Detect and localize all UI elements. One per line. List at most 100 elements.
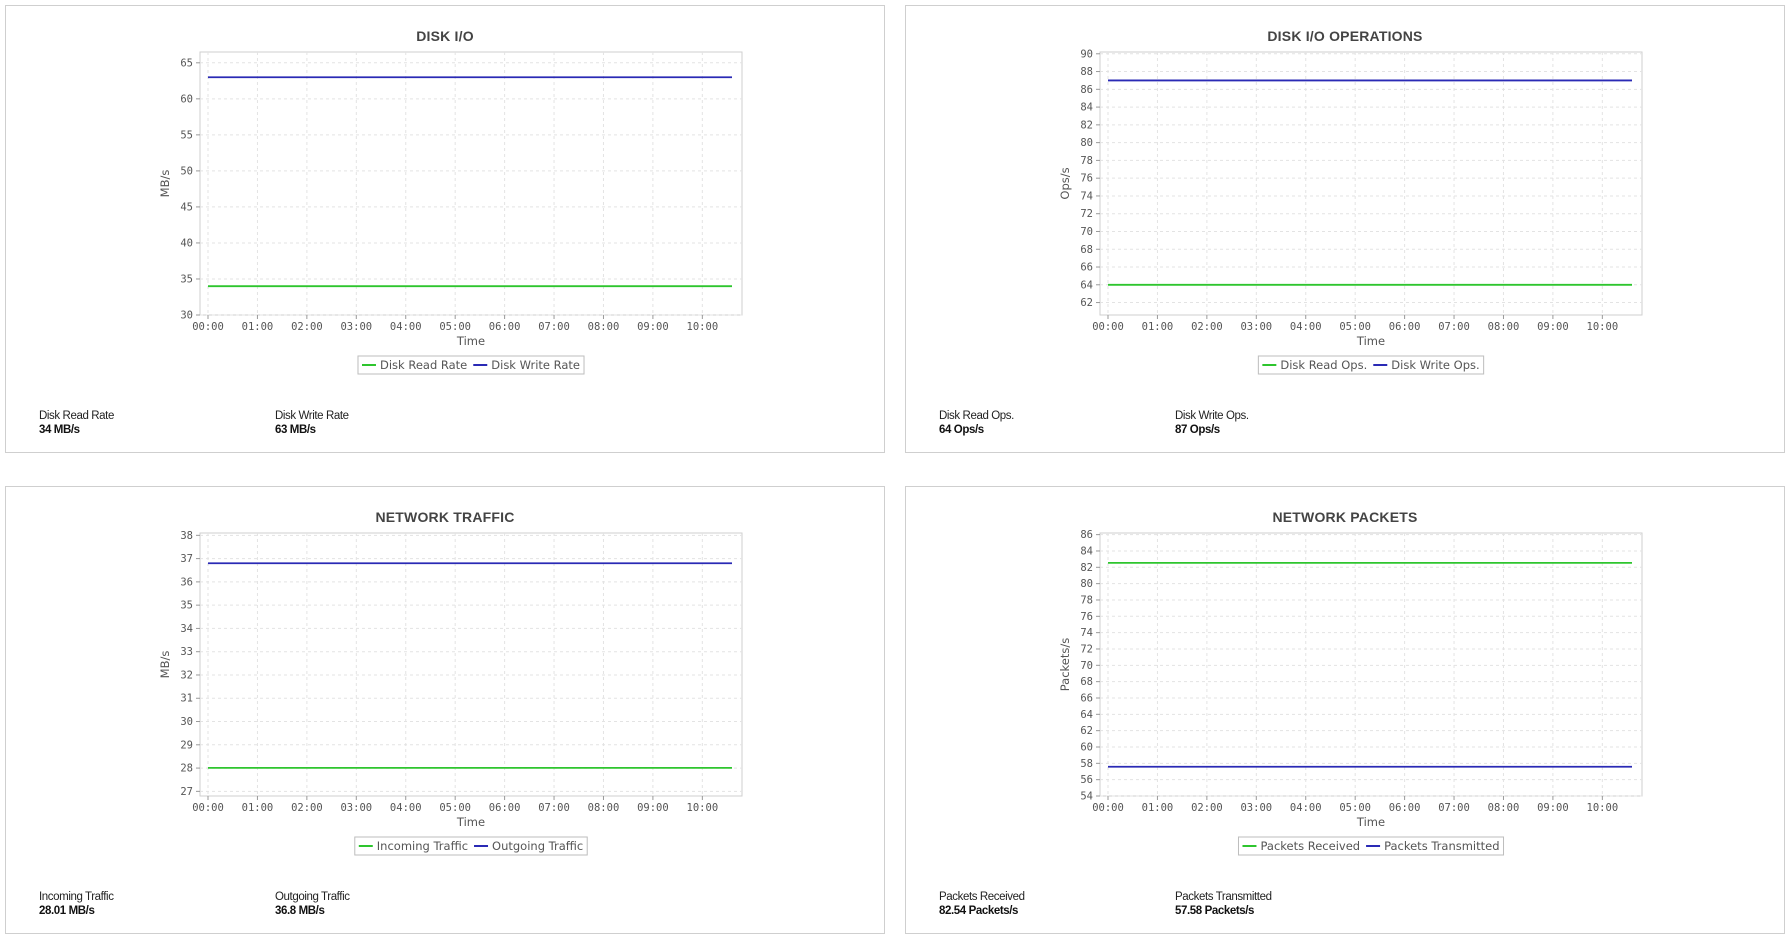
x-tick-label: 02:00 <box>291 321 323 333</box>
y-tick-label: 80 <box>1080 137 1093 149</box>
y-tick-label: 68 <box>1080 676 1093 688</box>
plot-area <box>199 51 743 316</box>
x-tick-label: 06:00 <box>1389 321 1421 333</box>
stat-label: Outgoing Traffic <box>275 891 350 903</box>
y-tick-label: 33 <box>180 646 193 658</box>
chart-panel-network-traffic: NETWORK TRAFFIC 27 28 29 30 31 32 33 34 35 36 37 38… <box>5 486 885 934</box>
y-tick-label: 90 <box>1080 48 1093 60</box>
legend-label: Disk Read Rate <box>380 358 467 372</box>
legend-label: Outgoing Traffic <box>492 839 583 853</box>
stat-label: Packets Transmitted <box>1175 891 1272 903</box>
y-tick-label: 45 <box>180 201 193 213</box>
y-tick-label: 35 <box>180 273 193 285</box>
x-tick-label: 02:00 <box>1191 802 1223 814</box>
legend: Incoming Traffic Outgoing Traffic <box>354 836 588 856</box>
y-tick-label: 66 <box>1080 262 1093 274</box>
legend-label: Disk Write Rate <box>491 358 580 372</box>
y-tick-label: 54 <box>1080 791 1093 803</box>
stat-label: Incoming Traffic <box>39 891 114 903</box>
y-tick-label: 82 <box>1080 119 1093 131</box>
x-tick-label: 05:00 <box>1339 321 1371 333</box>
y-tick-label: 88 <box>1080 66 1093 78</box>
legend-label: Packets Transmitted <box>1384 839 1499 853</box>
y-tick-label: 28 <box>180 763 193 775</box>
y-tick-label: 84 <box>1080 102 1093 114</box>
legend: Disk Read Rate Disk Write Rate <box>357 355 585 375</box>
x-tick-label: 08:00 <box>1488 321 1520 333</box>
chart-svg: 62 64 66 68 70 72 74 76 78 80 82 84 86 88 90 00:00 01:00… <box>1058 48 1643 375</box>
x-tick-label: 00:00 <box>192 321 224 333</box>
stat-value: 57.58 Packets/s <box>1175 905 1255 917</box>
x-tick-label: 06:00 <box>1389 802 1421 814</box>
x-tick-label: 10:00 <box>1587 321 1619 333</box>
chart-svg: 54 56 58 60 62 64 66 68 70 72 74 76 78 80 82 84 86 00:00 0… <box>1058 529 1643 856</box>
y-tick-label: 37 <box>180 553 193 565</box>
x-tick-label: 02:00 <box>291 802 323 814</box>
y-tick-label: 70 <box>1080 660 1093 672</box>
x-tick-label: 09:00 <box>1537 321 1569 333</box>
plot-area <box>1099 51 1643 316</box>
x-tick-label: 05:00 <box>439 321 471 333</box>
x-tick-label: 10:00 <box>687 802 719 814</box>
y-tick-label: 64 <box>1080 709 1093 721</box>
y-tick-label: 64 <box>1080 279 1093 291</box>
legend-label: Disk Write Ops. <box>1391 358 1479 372</box>
y-tick-label: 72 <box>1080 208 1093 220</box>
y-tick-label: 78 <box>1080 594 1093 606</box>
x-tick-label: 05:00 <box>439 802 471 814</box>
legend: Disk Read Ops. Disk Write Ops. <box>1257 355 1485 375</box>
x-tick-label: 07:00 <box>1438 321 1470 333</box>
y-tick-label: 76 <box>1080 173 1093 185</box>
x-tick-label: 06:00 <box>489 802 521 814</box>
chart-svg: 30 35 40 45 50 55 60 65 00:00 01:00 02:00 03:00 04:0… <box>158 51 743 375</box>
chart-panel-disk-io-operations: DISK I/O OPERATIONS 62 64 66 68 70 72 74 76 78 80… <box>905 5 1785 453</box>
x-tick-label: 03:00 <box>340 321 372 333</box>
y-axis-label: MB/s <box>158 651 172 679</box>
x-tick-label: 00:00 <box>1092 802 1124 814</box>
y-tick-label: 27 <box>180 786 193 798</box>
x-tick-label: 07:00 <box>538 321 570 333</box>
legend-label: Disk Read Ops. <box>1280 358 1367 372</box>
stat-value: 63 MB/s <box>275 424 316 436</box>
stat-block: Outgoing Traffic 36.8 MB/s <box>275 891 350 917</box>
stat-block: Disk Read Ops. 64 Ops/s <box>939 410 1014 436</box>
y-tick-label: 82 <box>1080 562 1093 574</box>
y-axis-label: Packets/s <box>1058 638 1072 691</box>
chart-panel-disk-io: DISK I/O 30 35 40 45 50 55 60 65 00:00 01:00 02:00… <box>5 5 885 453</box>
x-tick-label: 00:00 <box>192 802 224 814</box>
legend-label: Incoming Traffic <box>377 839 468 853</box>
stat-label: Disk Read Ops. <box>939 410 1014 422</box>
x-tick-label: 10:00 <box>1587 802 1619 814</box>
y-tick-label: 35 <box>180 600 193 612</box>
y-tick-label: 32 <box>180 669 193 681</box>
x-tick-label: 01:00 <box>1142 802 1174 814</box>
legend-label: Packets Received <box>1260 839 1360 853</box>
y-axis-label: Ops/s <box>1058 167 1072 199</box>
y-tick-label: 29 <box>180 739 193 751</box>
x-axis-label: Time <box>456 334 485 348</box>
x-tick-label: 09:00 <box>1537 802 1569 814</box>
x-tick-label: 04:00 <box>390 321 422 333</box>
x-tick-label: 03:00 <box>1240 321 1272 333</box>
x-tick-label: 09:00 <box>637 321 669 333</box>
chart-panel-network-packets: NETWORK PACKETS 54 56 58 60 62 64 66 68 70 72 74 76… <box>905 486 1785 934</box>
plot-area <box>1099 532 1643 797</box>
y-tick-label: 74 <box>1080 190 1093 202</box>
x-tick-label: 08:00 <box>588 802 620 814</box>
x-tick-label: 00:00 <box>1092 321 1124 333</box>
x-tick-label: 02:00 <box>1191 321 1223 333</box>
x-tick-label: 01:00 <box>242 802 274 814</box>
stat-value: 34 MB/s <box>39 424 80 436</box>
stat-label: Disk Write Rate <box>275 410 349 422</box>
stat-block: Packets Transmitted 57.58 Packets/s <box>1175 891 1272 917</box>
x-tick-label: 01:00 <box>1142 321 1174 333</box>
stat-value: 82.54 Packets/s <box>939 905 1019 917</box>
legend: Packets Received Packets Transmitted <box>1237 836 1505 856</box>
x-axis-label: Time <box>1356 334 1385 348</box>
x-tick-label: 07:00 <box>1438 802 1470 814</box>
y-tick-label: 58 <box>1080 758 1093 770</box>
x-axis-label: Time <box>456 815 485 829</box>
y-axis-label: MB/s <box>158 170 172 198</box>
y-tick-label: 80 <box>1080 578 1093 590</box>
y-tick-label: 65 <box>180 57 193 69</box>
